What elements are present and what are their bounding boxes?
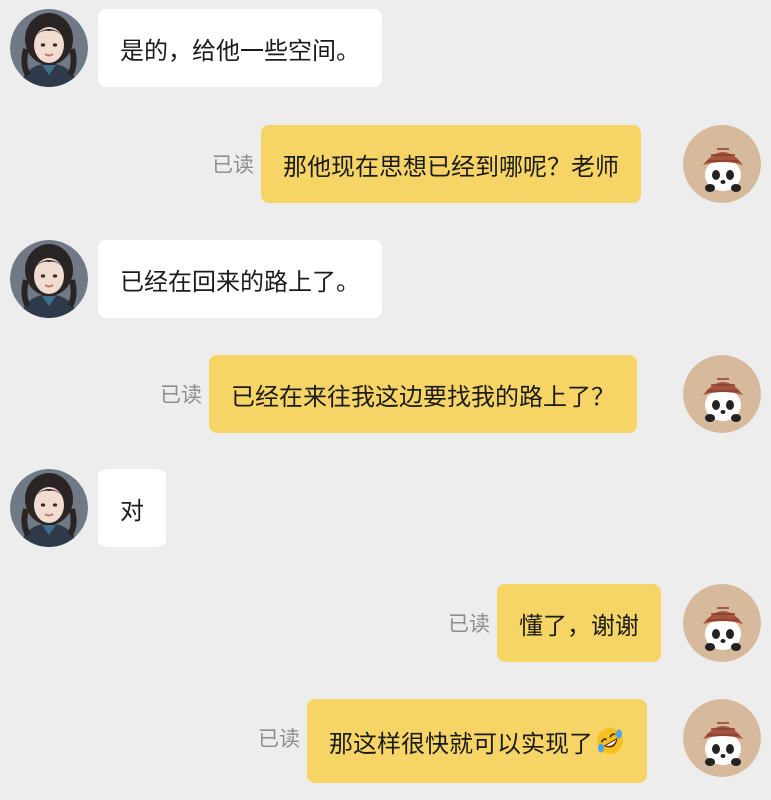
message-text: 是的，给他一些空间。 xyxy=(120,36,360,65)
rolling-on-floor-laughing-emoji-icon xyxy=(595,726,625,756)
message-bubble[interactable]: 是的，给他一些空间。 xyxy=(98,9,382,87)
girl-avatar-icon[interactable] xyxy=(10,469,88,547)
message-text: 对 xyxy=(120,496,144,525)
message-text: 懂了，谢谢 xyxy=(519,611,639,640)
girl-avatar-icon[interactable] xyxy=(10,9,88,87)
message-text: 那这样很快就可以实现了 xyxy=(329,729,593,758)
message-bubble[interactable]: 懂了，谢谢 xyxy=(497,584,661,662)
message-text: 已经在来往我这边要找我的路上了？ xyxy=(231,382,615,411)
panda-hat-avatar-icon[interactable] xyxy=(683,355,761,433)
read-status: 已读 xyxy=(160,383,202,407)
panda-hat-avatar-icon[interactable] xyxy=(683,699,761,777)
message-bubble[interactable]: 那这样很快就可以实现了 xyxy=(307,699,647,783)
panda-hat-avatar-icon[interactable] xyxy=(683,584,761,662)
message-bubble[interactable]: 那他现在思想已经到哪呢？老师 xyxy=(261,125,641,203)
message-bubble[interactable]: 已经在回来的路上了。 xyxy=(98,240,382,318)
message-text: 那他现在思想已经到哪呢？老师 xyxy=(283,152,619,181)
panda-hat-avatar-icon[interactable] xyxy=(683,125,761,203)
message-text: 已经在回来的路上了。 xyxy=(120,267,360,296)
message-bubble[interactable]: 已经在来往我这边要找我的路上了？ xyxy=(209,355,637,433)
read-status: 已读 xyxy=(212,153,254,177)
message-bubble[interactable]: 对 xyxy=(98,469,166,547)
chat-conversation: 是的，给他一些空间。 那他现在思想已经到哪呢？老师 已读 已经在回来的路上了。 … xyxy=(0,0,771,800)
girl-avatar-icon[interactable] xyxy=(10,240,88,318)
read-status: 已读 xyxy=(448,612,490,636)
read-status: 已读 xyxy=(258,727,300,751)
